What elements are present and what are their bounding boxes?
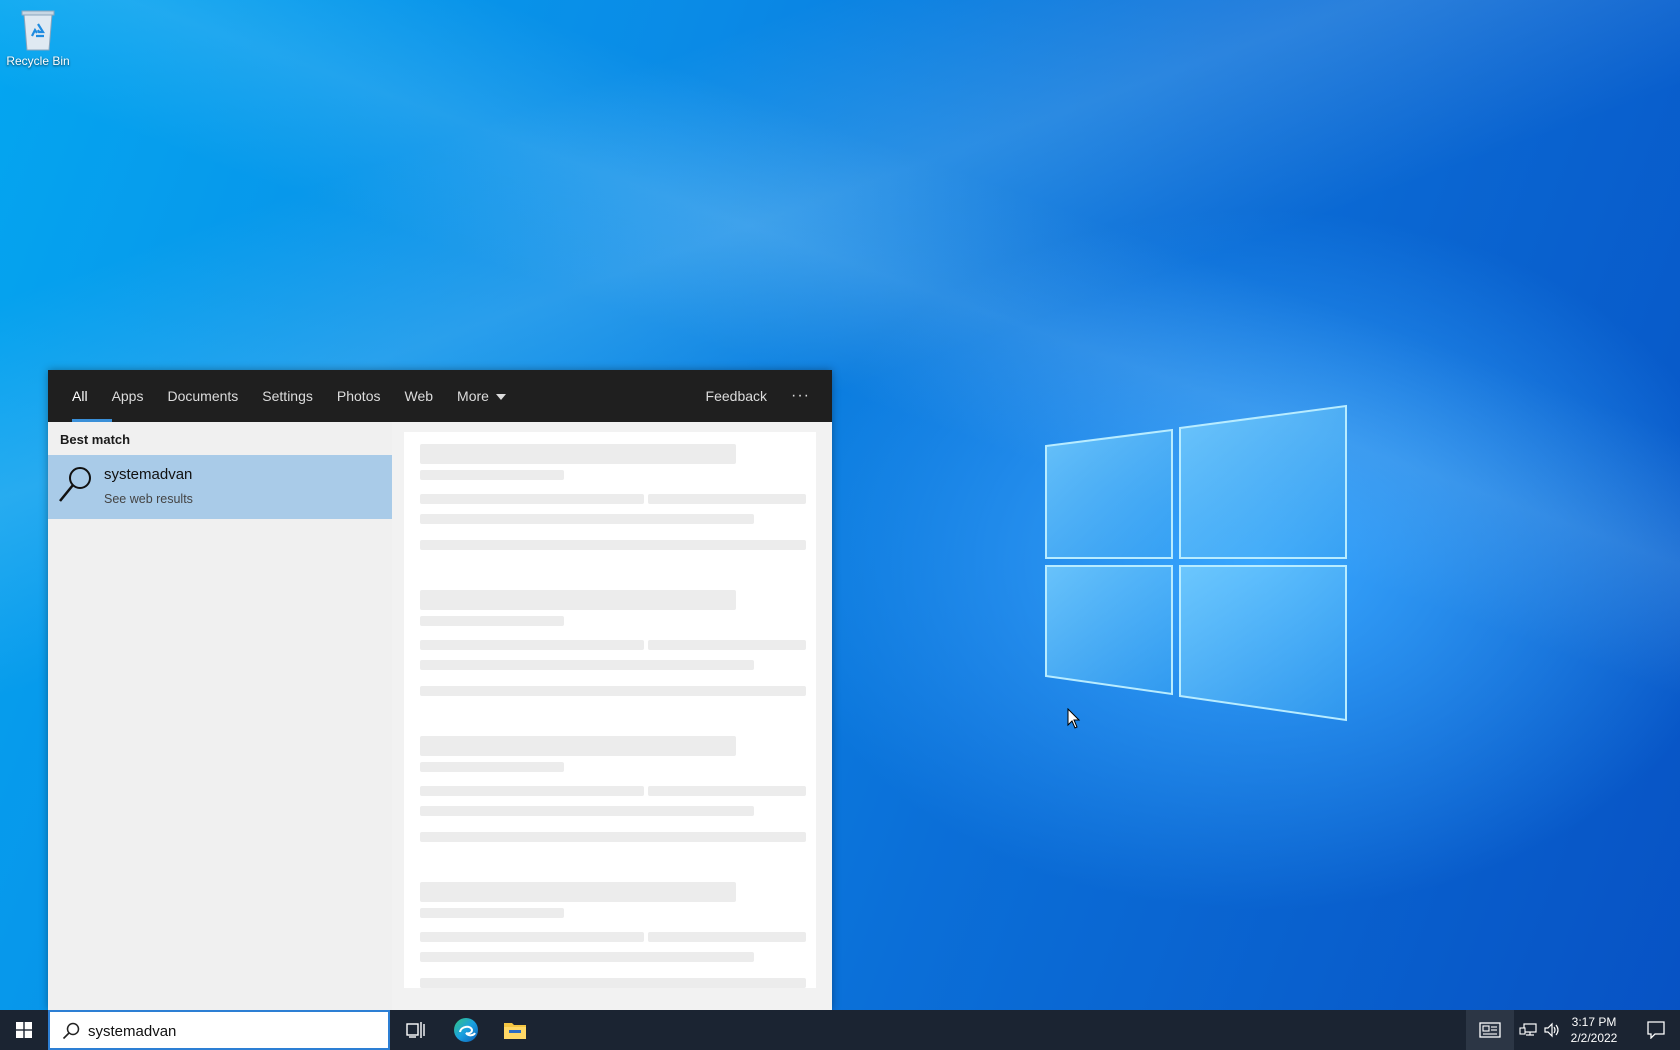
tab-web[interactable]: Web bbox=[392, 370, 445, 422]
network-button[interactable] bbox=[1516, 1010, 1540, 1050]
edge-icon bbox=[454, 1018, 478, 1042]
edge-button[interactable] bbox=[442, 1010, 490, 1050]
tab-all[interactable]: All bbox=[60, 370, 112, 422]
file-explorer-button[interactable] bbox=[491, 1010, 539, 1050]
recycle-bin-icon bbox=[18, 8, 58, 52]
taskbar: 3:17 PM 2/2/2022 bbox=[0, 1010, 1680, 1050]
file-explorer-icon bbox=[504, 1023, 526, 1039]
clock-date: 2/2/2022 bbox=[1570, 1031, 1618, 1045]
task-view-icon bbox=[406, 1022, 425, 1038]
network-icon bbox=[1519, 1023, 1537, 1036]
skeleton-line bbox=[420, 932, 644, 942]
volume-icon bbox=[1544, 1022, 1559, 1038]
more-options-button[interactable]: ··· bbox=[779, 370, 832, 422]
tab-photos[interactable]: Photos bbox=[325, 370, 393, 422]
preview-pane-loading bbox=[404, 432, 816, 988]
tab-more-label: More bbox=[457, 388, 489, 404]
skeleton-line bbox=[420, 832, 806, 842]
skeleton-line bbox=[648, 932, 806, 942]
windows-start-icon bbox=[16, 1022, 32, 1038]
skeleton-line bbox=[420, 640, 644, 650]
skeleton-line bbox=[420, 514, 754, 524]
tab-settings[interactable]: Settings bbox=[250, 370, 325, 422]
taskbar-clock[interactable]: 3:17 PM 2/2/2022 bbox=[1564, 1014, 1624, 1046]
skeleton-line bbox=[420, 786, 644, 796]
skeleton-line bbox=[420, 616, 564, 626]
results-list: Best match systemadvan See web results bbox=[48, 422, 392, 1010]
skeleton-line bbox=[420, 978, 806, 988]
recycle-bin[interactable]: Recycle Bin bbox=[6, 8, 70, 68]
feedback-button[interactable]: Feedback bbox=[694, 370, 779, 422]
windows-logo-wallpaper bbox=[1042, 404, 1350, 722]
skeleton-line bbox=[420, 494, 644, 504]
skeleton-line bbox=[648, 494, 806, 504]
search-input[interactable] bbox=[88, 1018, 378, 1044]
tab-documents[interactable]: Documents bbox=[155, 370, 250, 422]
best-match-title: systemadvan bbox=[104, 466, 193, 483]
desktop: Recycle Bin All Apps Documents Settings … bbox=[0, 0, 1680, 1050]
skeleton-line bbox=[648, 786, 806, 796]
clock-time: 3:17 PM bbox=[1571, 1015, 1617, 1029]
skeleton-line bbox=[420, 540, 806, 550]
search-icon bbox=[58, 465, 94, 503]
recycle-bin-label: Recycle Bin bbox=[6, 54, 70, 68]
caret-down-icon bbox=[495, 394, 506, 401]
skeleton-line bbox=[420, 660, 754, 670]
notification-icon bbox=[1647, 1021, 1665, 1039]
skeleton-line bbox=[420, 806, 754, 816]
search-icon bbox=[62, 1022, 80, 1040]
volume-button[interactable] bbox=[1540, 1010, 1564, 1050]
action-center-button[interactable] bbox=[1632, 1010, 1680, 1050]
skeleton-line bbox=[420, 882, 736, 902]
tab-apps[interactable]: Apps bbox=[100, 370, 156, 422]
skeleton-line bbox=[420, 762, 564, 772]
best-match-subtitle: See web results bbox=[104, 492, 193, 506]
news-icon bbox=[1479, 1022, 1501, 1038]
best-match-result[interactable]: systemadvan See web results bbox=[48, 455, 392, 519]
skeleton-line bbox=[420, 444, 736, 464]
start-button[interactable] bbox=[0, 1010, 48, 1050]
best-match-heading: Best match bbox=[60, 432, 131, 447]
mouse-cursor-icon bbox=[1067, 708, 1081, 729]
news-button[interactable] bbox=[1466, 1010, 1514, 1050]
skeleton-line bbox=[420, 470, 564, 480]
skeleton-line bbox=[420, 590, 736, 610]
search-flyout: All Apps Documents Settings Photos Web M… bbox=[48, 370, 832, 1010]
search-tabs-bar: All Apps Documents Settings Photos Web M… bbox=[48, 370, 832, 422]
skeleton-line bbox=[420, 736, 736, 756]
skeleton-line bbox=[420, 952, 754, 962]
skeleton-line bbox=[648, 640, 806, 650]
skeleton-line bbox=[420, 686, 806, 696]
skeleton-line bbox=[420, 908, 564, 918]
taskbar-search-box[interactable] bbox=[48, 1010, 390, 1050]
task-view-button[interactable] bbox=[392, 1010, 440, 1050]
tab-more[interactable]: More bbox=[445, 370, 518, 422]
